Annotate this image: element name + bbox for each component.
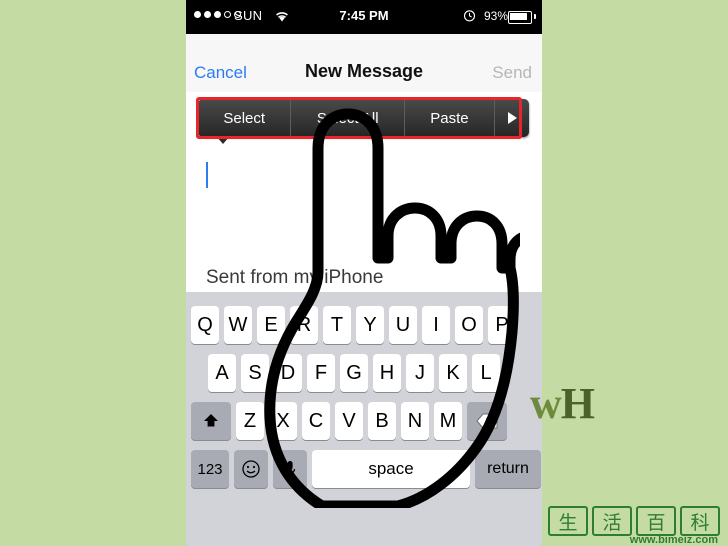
keyboard-row-1: Q W E R T Y U I O P [191,306,516,344]
onscreen-keyboard: Q W E R T Y U I O P A S D F G H J K L Z … [186,292,542,546]
key-y[interactable]: Y [356,306,384,344]
send-button[interactable]: Send [492,63,532,83]
battery-fill [510,13,527,20]
key-e[interactable]: E [257,306,285,344]
key-m[interactable]: M [434,402,462,440]
microphone-key[interactable] [273,450,307,488]
key-l[interactable]: L [472,354,500,392]
key-b[interactable]: B [368,402,396,440]
key-g[interactable]: G [340,354,368,392]
signature-text: Sent from my iPhone [206,267,384,288]
key-z[interactable]: Z [236,402,264,440]
smiley-icon [242,460,260,478]
key-s[interactable]: S [241,354,269,392]
key-d[interactable]: D [274,354,302,392]
watermark-char: 百 [636,506,676,536]
select-menu-item[interactable]: Select [198,99,292,137]
watermark-char: 活 [592,506,632,536]
edit-menu-popover: Select Select All Paste [198,99,529,144]
chevron-right-icon [507,112,517,124]
navigation-bar: Cancel New Message Send [186,56,542,93]
shift-key[interactable] [191,402,231,440]
watermark: 生 活 百 科 www.bimeiz.com [548,506,720,546]
key-t[interactable]: T [323,306,351,344]
key-n[interactable]: N [401,402,429,440]
menu-pointer-tail [216,136,230,144]
key-f[interactable]: F [307,354,335,392]
nav-spacer [186,34,542,56]
paste-menu-item[interactable]: Paste [405,99,496,137]
microphone-icon [284,461,296,478]
battery-icon [508,11,532,24]
battery-percent-label: 93% [483,9,508,23]
delete-key[interactable] [467,402,507,440]
wikihow-logo-h: H [560,379,595,428]
text-cursor [206,162,208,188]
screenshot-stage: SUN 7:45 PM 93% Cancel New Message Send [0,0,728,546]
key-c[interactable]: C [302,402,330,440]
select-all-menu-item[interactable]: Select All [291,99,405,137]
iphone-screen: SUN 7:45 PM 93% Cancel New Message Send [186,0,595,546]
key-k[interactable]: K [439,354,467,392]
edit-menu: Select Select All Paste [198,99,529,137]
key-p[interactable]: P [488,306,516,344]
page-title: New Message [304,61,424,81]
keyboard-row-4: 123 space return [191,450,541,488]
space-key[interactable]: space [312,450,470,488]
wikihow-logo-w: w [530,379,562,428]
key-j[interactable]: J [406,354,434,392]
key-u[interactable]: U [389,306,417,344]
key-w[interactable]: W [224,306,252,344]
keyboard-row-2: A S D F G H J K L [208,354,500,392]
shift-arrow-icon [204,414,218,427]
battery-nub [534,14,536,19]
key-h[interactable]: H [373,354,401,392]
key-v[interactable]: V [335,402,363,440]
key-q[interactable]: Q [191,306,219,344]
status-bar: SUN 7:45 PM 93% [186,0,542,34]
emoji-key[interactable] [234,450,268,488]
alarm-clock-icon [463,10,476,22]
key-i[interactable]: I [422,306,450,344]
key-o[interactable]: O [455,306,483,344]
watermark-char: 生 [548,506,588,536]
watermark-characters: 生 活 百 科 [548,506,720,536]
watermark-url: www.bimeiz.com [629,534,718,546]
key-a[interactable]: A [208,354,236,392]
backspace-icon [476,413,498,429]
wikihow-logo: wH [530,378,595,429]
key-r[interactable]: R [290,306,318,344]
watermark-char: 科 [680,506,720,536]
key-x[interactable]: X [269,402,297,440]
numbers-key[interactable]: 123 [191,450,229,488]
return-key[interactable]: return [475,450,541,488]
keyboard-row-3: Z X C V B N M [191,402,507,440]
more-options-button[interactable] [495,99,529,137]
